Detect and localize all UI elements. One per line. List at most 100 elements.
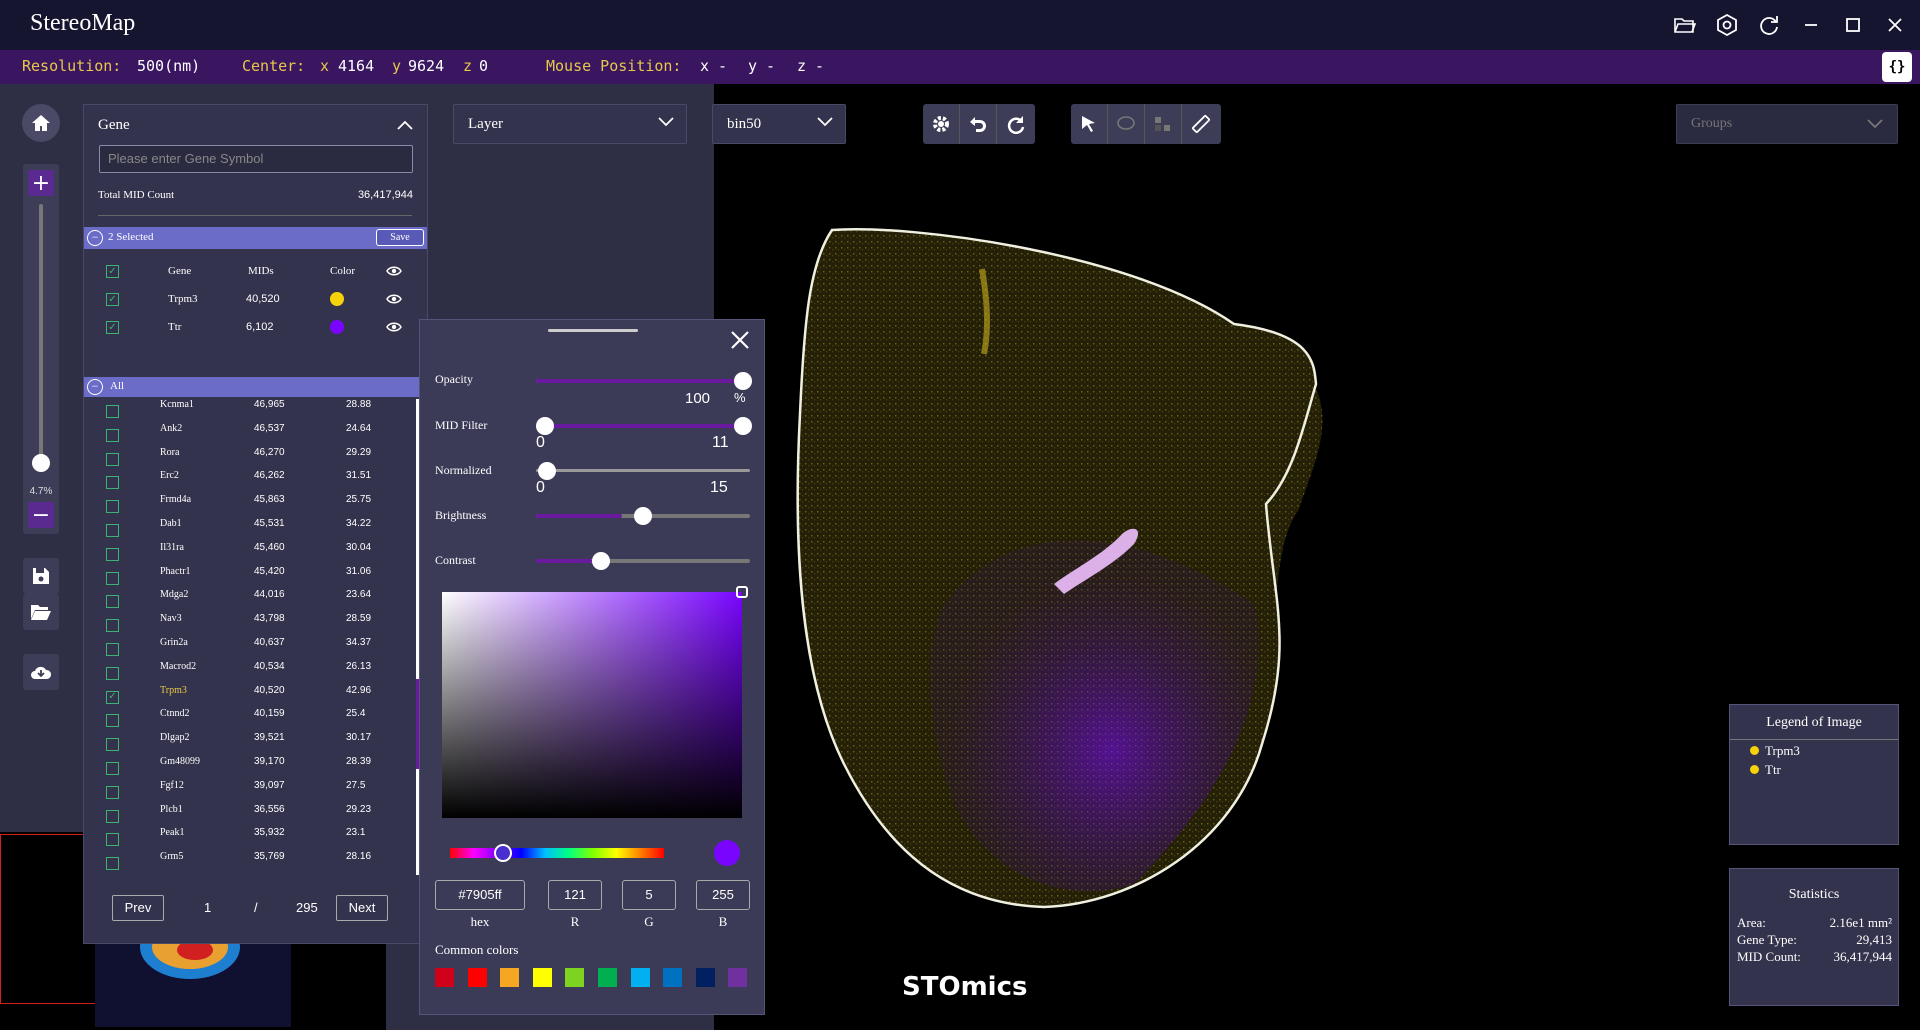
selected-gene-row[interactable]: ✓ Trpm3 40,520 <box>84 285 427 313</box>
open-folder-button[interactable] <box>23 594 59 630</box>
common-color-swatch[interactable] <box>597 968 617 987</box>
selected-gene-row[interactable]: ✓ Ttr 6,102 <box>84 313 427 341</box>
gene-checkbox[interactable]: ✓ <box>106 690 119 704</box>
gene-color-swatch[interactable] <box>330 292 344 306</box>
gene-checkbox[interactable] <box>106 405 119 418</box>
settings-icon[interactable] <box>1712 12 1742 38</box>
gene-checkbox[interactable] <box>106 738 119 752</box>
gene-checkbox[interactable]: ✓ <box>106 293 119 306</box>
gene-checkbox[interactable] <box>106 642 119 656</box>
maximize-icon[interactable] <box>1838 12 1868 38</box>
save-image-button[interactable] <box>23 558 59 594</box>
visibility-eye-icon[interactable] <box>386 265 402 277</box>
common-color-swatch[interactable] <box>467 968 487 987</box>
gene-list-row[interactable]: Grin2a 40,637 34.37 <box>84 635 416 659</box>
common-color-swatch[interactable] <box>500 968 520 987</box>
gene-checkbox[interactable] <box>106 761 119 775</box>
zoom-slider-thumb[interactable] <box>32 454 50 472</box>
refresh-icon[interactable] <box>1754 12 1784 38</box>
opacity-slider[interactable] <box>536 372 752 390</box>
gene-list-row[interactable]: Macrod2 40,534 26.13 <box>84 659 416 683</box>
code-toggle-button[interactable]: {} <box>1882 52 1912 82</box>
hex-input[interactable]: #7905ff <box>435 880 525 910</box>
gene-list-row[interactable]: Grm5 35,769 28.16 <box>84 849 416 873</box>
select-all-checkbox[interactable]: ✓ <box>106 265 119 278</box>
collapse-selected-icon[interactable]: − <box>87 230 103 246</box>
color-saturation-picker[interactable] <box>442 586 748 818</box>
blue-input[interactable]: 255 <box>696 880 750 910</box>
gene-checkbox[interactable]: ✓ <box>106 321 119 334</box>
gene-list-row[interactable]: Frmd4a 45,863 25.75 <box>84 492 416 516</box>
zoom-slider-track[interactable] <box>39 204 43 464</box>
common-color-swatch[interactable] <box>435 968 454 987</box>
contrast-slider[interactable] <box>536 552 750 570</box>
gene-list-row[interactable]: Ctnnd2 40,159 25.4 <box>84 706 416 730</box>
bin-dropdown[interactable]: bin50 <box>712 104 846 144</box>
gene-checkbox[interactable] <box>106 619 119 633</box>
gene-list-row[interactable]: Nav3 43,798 28.59 <box>84 611 416 635</box>
mid-filter-min-knob[interactable] <box>536 417 554 435</box>
undo-icon[interactable] <box>960 104 997 144</box>
zoom-in-button[interactable]: + <box>28 170 54 196</box>
mid-filter-max-knob[interactable] <box>734 417 752 435</box>
gene-checkbox[interactable] <box>106 595 119 609</box>
common-color-swatch[interactable] <box>532 968 552 987</box>
hue-slider[interactable] <box>450 844 664 862</box>
normalized-knob[interactable] <box>538 462 556 480</box>
folder-open-icon[interactable] <box>1670 12 1700 38</box>
collapse-all-icon[interactable]: − <box>87 379 103 395</box>
cloud-download-button[interactable] <box>23 654 59 690</box>
color-picker-handle[interactable] <box>736 586 748 598</box>
gene-search-input[interactable]: Please enter Gene Symbol <box>99 145 413 173</box>
gene-list-row[interactable]: Mdga2 44,016 23.64 <box>84 587 416 611</box>
gene-checkbox[interactable] <box>106 666 119 680</box>
visibility-eye-icon[interactable] <box>386 321 402 333</box>
red-input[interactable]: 121 <box>548 880 602 910</box>
gene-list-row[interactable]: Erc2 46,262 31.51 <box>84 468 416 492</box>
gene-checkbox[interactable] <box>106 452 119 466</box>
gene-list-row[interactable]: Plcb1 36,556 29.23 <box>84 802 416 826</box>
brightness-slider[interactable] <box>536 507 750 525</box>
gene-checkbox[interactable] <box>106 785 119 799</box>
gene-list-row[interactable]: Fgf12 39,097 27.5 <box>84 778 416 802</box>
gene-list-row[interactable]: Dab1 45,531 34.22 <box>84 516 416 540</box>
prev-page-button[interactable]: Prev <box>112 895 164 921</box>
save-selection-button[interactable]: Save <box>376 229 424 246</box>
gene-list-row[interactable]: Rora 46,270 29.29 <box>84 445 416 469</box>
gene-checkbox[interactable] <box>106 857 119 871</box>
gene-color-swatch[interactable] <box>330 320 344 334</box>
gene-list-row[interactable]: Ank2 46,537 24.64 <box>84 421 416 445</box>
next-page-button[interactable]: Next <box>336 895 388 921</box>
zoom-out-button[interactable]: − <box>28 502 54 528</box>
gene-checkbox[interactable] <box>106 833 119 847</box>
layer-dropdown[interactable]: Layer <box>453 104 687 144</box>
visibility-eye-icon[interactable] <box>386 293 402 305</box>
brightness-knob[interactable] <box>634 507 652 525</box>
ruler-icon[interactable] <box>1182 104 1219 144</box>
normalized-slider[interactable] <box>536 462 750 480</box>
gene-checkbox[interactable] <box>106 523 119 537</box>
home-button[interactable] <box>22 104 60 142</box>
common-color-swatch[interactable] <box>630 968 650 987</box>
minimize-icon[interactable] <box>1796 12 1826 38</box>
close-icon[interactable] <box>1880 12 1910 38</box>
common-color-swatch[interactable] <box>695 968 715 987</box>
pointer-icon[interactable] <box>1071 104 1108 144</box>
gene-checkbox[interactable] <box>106 500 119 514</box>
opacity-slider-knob[interactable] <box>734 372 752 390</box>
gene-list-row[interactable]: Dlgap2 39,521 30.17 <box>84 730 416 754</box>
gene-checkbox[interactable] <box>106 547 119 561</box>
gene-list-row[interactable]: Kcnma1 46,965 28.88 <box>84 397 416 421</box>
common-color-swatch[interactable] <box>663 968 683 987</box>
gene-list-row[interactable]: Peak1 35,932 23.1 <box>84 825 416 849</box>
common-color-swatch[interactable] <box>565 968 585 987</box>
gene-checkbox[interactable] <box>106 476 119 490</box>
common-color-swatch[interactable] <box>728 968 748 987</box>
hue-knob[interactable] <box>494 844 512 862</box>
gene-checkbox[interactable] <box>106 571 119 585</box>
gene-list-row[interactable]: Il31ra 45,460 30.04 <box>84 540 416 564</box>
gene-checkbox[interactable] <box>106 809 119 823</box>
drag-handle[interactable] <box>548 329 638 332</box>
gene-list-row[interactable]: ✓ Trpm3 40,520 42.96 <box>84 683 416 707</box>
groups-dropdown[interactable]: Groups <box>1676 104 1898 144</box>
